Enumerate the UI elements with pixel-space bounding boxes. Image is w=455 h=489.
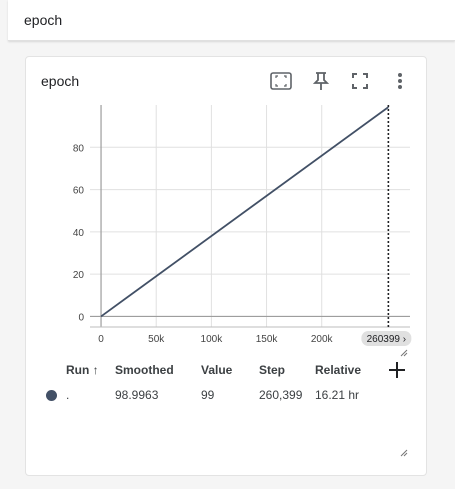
legend-step: 260,399: [259, 388, 303, 402]
y-tick-label: 60: [73, 186, 85, 197]
legend-header-smoothed: Smoothed: [115, 363, 174, 377]
x-tick-label: 100k: [201, 334, 224, 345]
chart-resize-handle[interactable]: [400, 349, 408, 357]
x-tick-label: 150k: [256, 334, 279, 345]
run-color-dot[interactable]: [46, 390, 57, 401]
legend-header-run[interactable]: Run ↑: [66, 363, 99, 377]
y-axis: 0 20 40 60 80: [73, 143, 85, 323]
y-tick-label: 0: [78, 312, 84, 323]
x-tick-label: 0: [98, 334, 104, 345]
y-tick-label: 20: [73, 270, 85, 281]
legend-relative: 16.21 hr: [315, 388, 360, 402]
add-column-button[interactable]: [386, 359, 408, 381]
x-tick-label: 50k: [148, 334, 165, 345]
legend-value: 99: [201, 388, 215, 402]
legend-header-step: Step: [259, 363, 286, 377]
series-lines: [100, 106, 389, 318]
cursor-label: 260399 ›: [367, 334, 406, 345]
line-chart[interactable]: 0 20 40 60 80 0 50k 100k 150k 200k 260399 ›: [26, 57, 426, 357]
add-icon: [389, 362, 405, 378]
card-resize-handle[interactable]: [400, 449, 408, 457]
series-line: [100, 106, 389, 318]
legend-smoothed-value: 98.9963: [115, 388, 159, 402]
group-header: epoch: [8, 0, 455, 41]
group-title: epoch: [24, 12, 63, 28]
chart-grid: [90, 105, 410, 327]
scalar-card: epoch 0 20 40 60 80 0 50k 100k 150k 200k 260399 …: [25, 56, 427, 476]
x-tick-label: 200k: [311, 334, 334, 345]
y-tick-label: 80: [73, 143, 85, 154]
legend-run-name: .: [66, 388, 70, 402]
y-tick-label: 40: [73, 228, 85, 239]
legend-header-relative: Relative: [315, 363, 362, 377]
step-cursor: 260399 ›: [361, 105, 412, 346]
legend-header-value: Value: [201, 363, 233, 377]
